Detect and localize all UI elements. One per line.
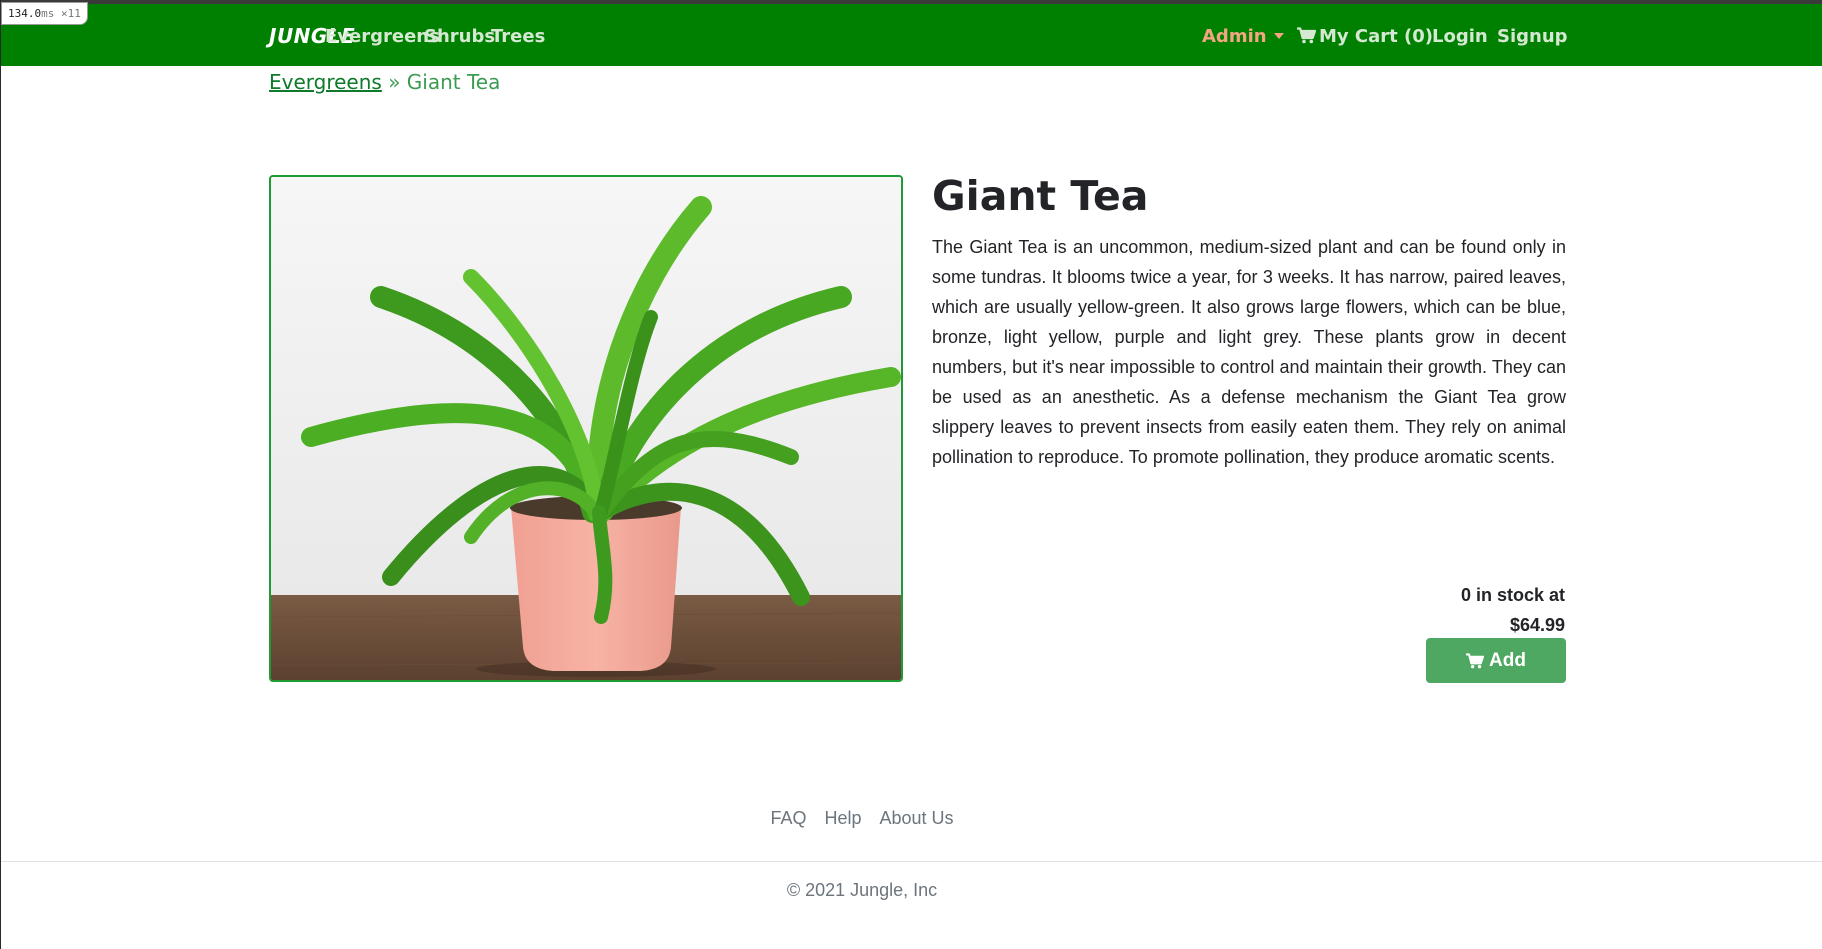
footer-divider [1, 861, 1822, 862]
shopping-cart-icon [1297, 27, 1317, 49]
product-image [269, 175, 903, 682]
fern-in-pink-pot-image [271, 177, 901, 680]
add-button-label: Add [1489, 649, 1526, 671]
breadcrumb-separator: » [381, 70, 407, 94]
product-title: Giant Tea [932, 172, 1149, 220]
perf-count: ×11 [61, 7, 81, 20]
caret-down-icon [1273, 33, 1284, 39]
footer-link-help[interactable]: Help [824, 808, 861, 829]
footer-link-about-us[interactable]: About Us [880, 808, 954, 829]
login-link[interactable]: Login [1432, 26, 1488, 47]
copyright: © 2021 Jungle, Inc [786, 880, 938, 900]
shopping-cart-icon [1466, 652, 1485, 669]
page: 134.0ms ×11 JUNGLE Evergreens Shrubs Tre… [0, 0, 1822, 949]
signup-link[interactable]: Signup [1497, 26, 1568, 47]
admin-label: Admin [1202, 26, 1267, 47]
price: $64.99 [1509, 615, 1565, 635]
my-cart-link[interactable]: My Cart (0) [1297, 26, 1433, 49]
perf-badge: 134.0ms ×11 [1, 2, 88, 25]
admin-dropdown[interactable]: Admin [1202, 26, 1284, 47]
breadcrumb: Evergreens » Giant Tea [269, 70, 500, 94]
perf-unit: ms [41, 7, 55, 20]
perf-value: 134.0 [8, 7, 42, 20]
stock-text: 0 in stock at [1460, 585, 1565, 605]
nav-link-evergreens[interactable]: Evergreens [325, 26, 440, 47]
stock-and-price: 0 in stock at $64.99 [1461, 580, 1565, 640]
footer-link-faq[interactable]: FAQ [770, 808, 806, 829]
cart-label: My Cart (0) [1319, 26, 1433, 47]
footer-links: FAQ Help About Us [1, 808, 1822, 829]
breadcrumb-link-evergreens[interactable]: Evergreens [269, 70, 382, 94]
breadcrumb-current: Giant Tea [406, 70, 501, 94]
nav-link-trees[interactable]: Trees [491, 26, 545, 47]
navbar: JUNGLE Evergreens Shrubs Trees Admin My … [1, 0, 1822, 66]
product-description: The Giant Tea is an uncommon, medium-siz… [932, 237, 1566, 467]
add-to-cart-button[interactable]: Add [1426, 638, 1566, 683]
nav-link-shrubs[interactable]: Shrubs [424, 26, 495, 47]
